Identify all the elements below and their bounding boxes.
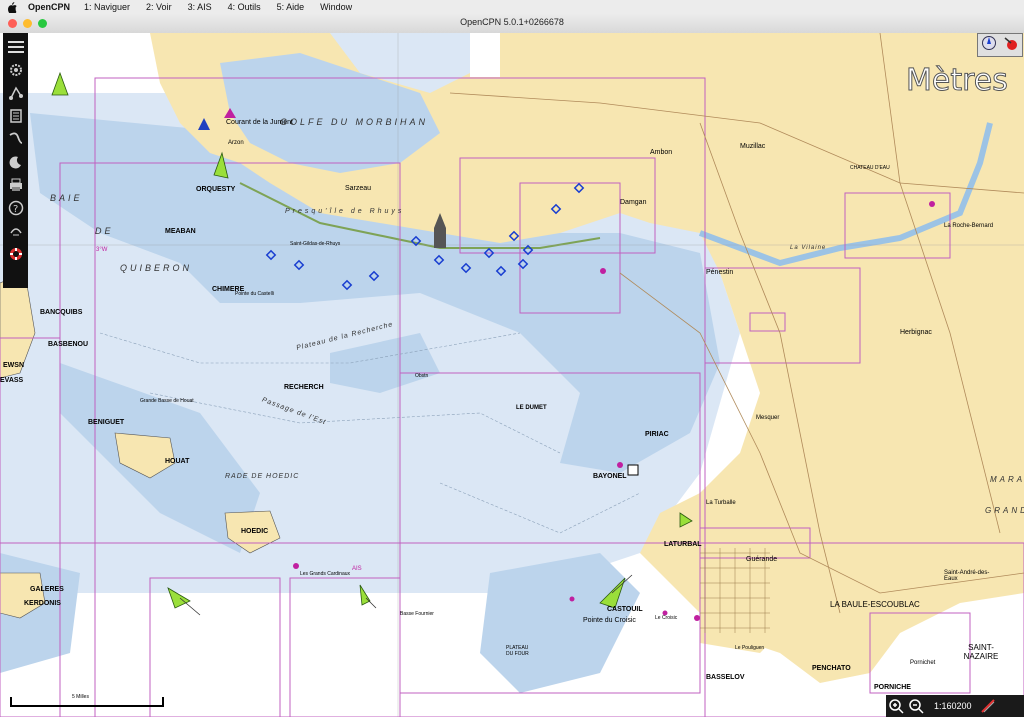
- label-mesquer: Mesquer: [756, 415, 780, 421]
- label-houat: HOUAT: [165, 458, 190, 465]
- label-basbenou: BASBENOU: [48, 341, 89, 348]
- label-de: DE: [95, 226, 114, 236]
- label-pornichet: Pornichet: [910, 660, 936, 666]
- label-la-turballe: La Turballe: [706, 500, 736, 506]
- label-laturbal: LATURBAL: [664, 541, 702, 548]
- label-galeres: GALERES: [30, 586, 64, 593]
- menu-naviguer[interactable]: 1: Naviguer: [84, 2, 130, 12]
- scale-bar: 5 Milles: [10, 694, 164, 707]
- print-icon[interactable]: [5, 174, 26, 195]
- label-la-baule: LA BAULE-ESCOUBLAC: [830, 600, 920, 609]
- label-courant: Courant de la Jument: [226, 119, 293, 126]
- label-le-croisic: Le Croisic: [655, 615, 678, 621]
- label-ais: AIS: [352, 566, 362, 572]
- zoom-in-icon[interactable]: [886, 696, 906, 716]
- menu-voir[interactable]: 2: Voir: [146, 2, 172, 12]
- label-chateau-eau: CHATEAU D'EAU: [850, 165, 890, 171]
- label-presquile: Presqu'île de Rhuys: [285, 208, 405, 215]
- label-evass: EVASS: [0, 377, 24, 384]
- label-obstn: Obstn: [415, 373, 429, 379]
- menu-aide[interactable]: 5: Aide: [277, 2, 305, 12]
- label-quiberon-bay: QUIBERON: [120, 263, 193, 273]
- zoom-out-icon[interactable]: [906, 696, 926, 716]
- menu-ais[interactable]: 3: AIS: [188, 2, 212, 12]
- lifebuoy-icon[interactable]: [5, 243, 26, 264]
- tide-current-icon[interactable]: [5, 220, 26, 241]
- moon-day-icon[interactable]: [5, 151, 26, 172]
- label-saint-andre: Saint-André-des-Eaux: [944, 570, 990, 582]
- label-saint-gildas: Saint-Gildas-de-Rhuys: [290, 241, 341, 247]
- settings-gear-icon[interactable]: [5, 59, 26, 80]
- label-arzon: Arzon: [228, 140, 244, 146]
- window-title: OpenCPN 5.0.1+0266678: [460, 17, 564, 27]
- label-la-vilaine: La Vilaine: [790, 245, 827, 251]
- label-sarzeau: Sarzeau: [345, 185, 372, 192]
- label-guerande: Guérande: [746, 556, 778, 563]
- label-penestin: Pénestin: [706, 269, 734, 276]
- window-titlebar: OpenCPN 5.0.1+0266678: [0, 14, 1024, 34]
- left-toolbar: ?: [3, 33, 28, 288]
- chart-stack-icon[interactable]: [5, 105, 26, 126]
- label-orquesty: ORQUESTY: [196, 186, 236, 193]
- menubar: OpenCPN 1: Naviguer 2: Voir 3: AIS 4: Ou…: [0, 0, 1024, 15]
- label-grande-basse: Grande Basse de Houat: [140, 398, 194, 404]
- chart-quilt-icon[interactable]: [978, 696, 998, 716]
- nautical-chart-graphic: [0, 33, 1024, 717]
- label-le-dumet: LE DUMET: [516, 405, 547, 411]
- label-basselov: BASSELOV: [706, 674, 745, 681]
- label-porniche: PORNICHE: [874, 684, 911, 691]
- label-muzillac: Muzillac: [740, 143, 766, 150]
- label-meaban: MEABAN: [165, 228, 196, 235]
- label-bancquibs: BANCQUIBS: [40, 309, 83, 316]
- label-piriac: PIRIAC: [645, 431, 669, 438]
- menu-window[interactable]: Window: [320, 2, 352, 12]
- label-rade-hoedic: RADE DE HOEDIC: [225, 473, 300, 480]
- label-baie: BAIE: [50, 193, 83, 203]
- label-hoedic: HOEDIC: [241, 528, 269, 535]
- label-herbignac: Herbignac: [900, 329, 932, 336]
- apple-icon[interactable]: [6, 1, 18, 13]
- gps-status-icon[interactable]: [1003, 35, 1019, 56]
- track-icon[interactable]: [5, 128, 26, 149]
- route-icon[interactable]: [5, 82, 26, 103]
- label-beniguet: BENIGUET: [88, 419, 125, 426]
- label-kerdonis: KERDONIS: [24, 600, 61, 607]
- label-ambon: Ambon: [650, 149, 673, 156]
- depth-units-overlay: Mètres: [906, 63, 1009, 99]
- label-la-roche-bernard: La Roche-Bernard: [944, 223, 994, 229]
- label-pointe-croisic: Pointe du Croisic: [583, 617, 636, 624]
- label-golfe: GOLFE DU MORBIHAN: [280, 117, 429, 127]
- label-castouil: CASTOUIL: [607, 606, 643, 613]
- svg-text:?: ?: [13, 204, 18, 215]
- label-bayonel: BAYONEL: [593, 473, 627, 480]
- label-ewsn: EWSN: [3, 362, 24, 369]
- chart-canvas[interactable]: BAIE DE QUIBERON GOLFE DU MORBIHAN Presq…: [0, 33, 1024, 717]
- chart-scale-readout: 1:160200: [934, 701, 972, 711]
- label-le-pouliguen: Le Pouliguen: [735, 645, 765, 651]
- hamburger-menu-icon[interactable]: [5, 36, 26, 57]
- label-damgan: Damgan: [620, 199, 647, 206]
- app-menu[interactable]: OpenCPN: [28, 2, 70, 12]
- help-icon[interactable]: ?: [5, 197, 26, 218]
- label-penchato: PENCHATO: [812, 665, 851, 672]
- zoom-status-bar: 1:160200: [886, 695, 1024, 717]
- label-pointe-castelli: Pointe du Castelli: [235, 291, 274, 297]
- scale-bar-label: 5 Milles: [72, 694, 89, 700]
- label-3w: 3°W: [96, 247, 108, 253]
- label-basse-fournier: Basse Fournier: [400, 611, 434, 617]
- label-grands-cardinaux: Les Grands Cardinaux: [300, 571, 351, 577]
- label-saint-nazaire: SAINT-NAZAIRE: [963, 643, 999, 661]
- menu-outils[interactable]: 4: Outils: [228, 2, 261, 12]
- label-grande: GRANDE: [985, 506, 1024, 515]
- compass-widget[interactable]: [977, 33, 1023, 57]
- label-plateau-du-four: PLATEAU DU FOUR: [506, 645, 529, 657]
- label-marais: MARAIS: [990, 475, 1024, 484]
- north-arrow-icon[interactable]: [981, 35, 996, 56]
- label-recherch: RECHERCH: [284, 384, 324, 391]
